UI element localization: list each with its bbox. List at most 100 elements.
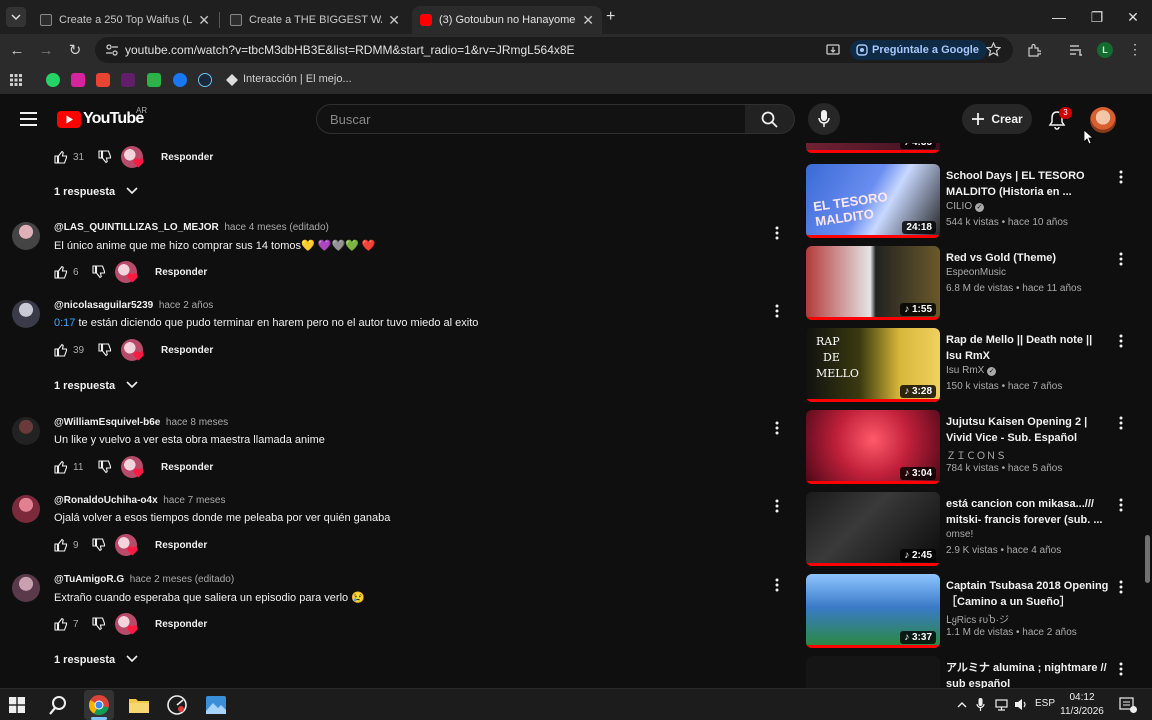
view-replies-button[interactable]: 1 respuesta [54,380,138,392]
tab-close-icon[interactable]: ✕ [388,12,400,29]
facebook-bookmark-icon[interactable] [173,73,187,87]
comment-author[interactable]: @RonaldoUchiha-o4x [54,495,158,506]
channel-name[interactable]: Isu RmX ✓ [946,365,997,376]
browser-tab-3-active[interactable]: (3) Gotoubun no Hanayome OP ✕ [412,6,602,34]
video-thumbnail[interactable]: EL TESORO MALDITO 24:18 [806,164,940,238]
comment-avatar[interactable] [12,300,40,328]
comment-avatar[interactable] [12,222,40,250]
notifications-button[interactable]: 3 [1046,107,1072,132]
view-replies-button[interactable]: 1 respuesta [54,186,138,198]
channel-name[interactable]: EspeonMusic [946,267,1006,278]
comment-more-icon[interactable] [774,304,780,318]
search-icon[interactable] [48,694,70,716]
video-more-icon[interactable] [1118,334,1124,348]
comment-more-icon[interactable] [774,421,780,435]
instagram-bookmark-icon[interactable] [71,73,85,87]
thumbs-down-icon[interactable] [98,343,112,357]
tab-close-icon[interactable]: ✕ [198,12,210,29]
thumbs-down-icon[interactable] [92,538,106,552]
forward-button[interactable]: → [35,39,57,61]
whatsapp-bookmark-icon[interactable] [46,73,60,87]
volume-icon[interactable] [1014,698,1028,711]
video-more-icon[interactable] [1118,580,1124,594]
browser-tab-2[interactable]: Create a THE BIGGEST WAIFU L ✕ [222,6,408,34]
thumbs-down-icon[interactable] [92,265,106,279]
voice-search-button[interactable] [808,103,840,135]
video-thumbnail[interactable]: ♪ 3:37 [806,574,940,648]
extensions-icon[interactable] [1027,43,1041,57]
thumbs-down-icon[interactable] [92,617,106,631]
thumbs-up-icon[interactable] [54,538,68,552]
close-window-button[interactable]: ✕ [1114,0,1152,34]
thumbs-up-icon[interactable] [54,460,68,474]
comment-time[interactable]: hace 2 meses (editado) [130,574,235,585]
install-app-icon[interactable] [826,43,840,57]
create-button[interactable]: Crear [962,104,1032,134]
network-icon[interactable] [995,698,1008,711]
photos-app-icon[interactable] [205,694,227,716]
search-button[interactable] [745,104,795,134]
reload-button[interactable]: ↻ [64,39,86,61]
thumbs-down-icon[interactable] [98,150,112,164]
video-title[interactable]: School Days | EL TESORO MALDITO (Histori… [946,168,1111,200]
thumbs-up-icon[interactable] [54,617,68,631]
comment-time[interactable]: hace 2 años [159,300,214,311]
tray-overflow-chevron-icon[interactable] [957,701,967,708]
youtube-logo[interactable]: YouTube AR [57,106,147,130]
comment-avatar[interactable] [12,574,40,602]
search-input[interactable]: Buscar [316,104,746,134]
page-scrollbar-thumb[interactable] [1145,535,1150,583]
thumbs-up-icon[interactable] [54,150,68,164]
comment-avatar[interactable] [12,495,40,523]
video-thumbnail[interactable]: ♪ 3:04 [806,410,940,484]
video-title[interactable]: アルミナ alumina ; nightmare // sub español [946,660,1111,688]
reply-button[interactable]: Responder [155,619,207,630]
view-replies-button[interactable]: 1 respuesta [54,654,138,666]
thumbs-up-icon[interactable] [54,265,68,279]
recommended-video[interactable]: EL TESORO MALDITO 24:18 School Days | EL … [806,164,1146,240]
site-settings-icon[interactable] [105,43,119,57]
recommended-video[interactable]: アルミナ alumina ; nightmare // sub español [806,656,1146,688]
ask-google-button[interactable]: Pregúntale a Google [850,40,987,60]
channel-name[interactable]: omse! [946,529,973,540]
reply-button[interactable]: Responder [161,462,213,473]
microphone-icon[interactable] [976,698,985,712]
profile-avatar[interactable]: L [1097,42,1113,58]
comment-time[interactable]: hace 4 meses (editado) [224,222,329,233]
video-thumbnail[interactable]: ♪ 1:55 [806,246,940,320]
channel-name[interactable]: CILIO ✓ [946,201,984,212]
reading-list-icon[interactable] [1069,43,1083,57]
comment-more-icon[interactable] [774,578,780,592]
thumbs-up-icon[interactable] [54,343,68,357]
video-more-icon[interactable] [1118,170,1124,184]
tab-search-button[interactable] [6,7,26,27]
back-button[interactable]: ← [6,39,28,61]
video-title[interactable]: Captain Tsubasa 2018 Opening ［Camino a u… [946,578,1111,610]
channel-name[interactable]: ᒪყRics ғυႦ·ジ [946,611,1009,626]
video-title[interactable]: está cancion con mikasa.../// mitski- fr… [946,496,1111,528]
address-bar[interactable]: youtube.com/watch?v=tbcM3dbHB3E&list=RDM… [95,37,1013,63]
restore-button[interactable]: ❐ [1078,0,1116,34]
channel-name[interactable]: ＺＩＣＯＮＳ [946,447,1006,462]
comment-author[interactable]: @LAS_QUINTILLIZAS_LO_MEJOR [54,222,219,233]
thumbs-down-icon[interactable] [98,460,112,474]
recommended-video[interactable]: ♪ 1:55 Red vs Gold (Theme) EspeonMusic 6… [806,246,1146,322]
video-thumbnail[interactable]: ♪ 2:45 [806,492,940,566]
recommended-video[interactable]: ♪ 2:45 está cancion con mikasa.../// mit… [806,492,1146,568]
page-scrollbar-track[interactable] [1142,143,1152,688]
video-thumbnail[interactable] [806,656,940,688]
bookmark-star-icon[interactable] [986,42,1001,57]
video-more-icon[interactable] [1118,498,1124,512]
windows-start-icon[interactable] [9,697,25,713]
comment-author[interactable]: @nicolasaguilar5239 [54,300,153,311]
comment-time[interactable]: hace 7 meses [163,495,225,506]
reply-button[interactable]: Responder [155,267,207,278]
browser-tab-1[interactable]: Create a 250 Top Waifus (Labele ✕ [32,6,218,34]
taskbar-clock[interactable]: 04:12 11/3/2026 [1058,691,1106,719]
chrome-taskbar-button[interactable] [84,690,114,720]
input-language[interactable]: ESP [1035,698,1055,709]
comment-time[interactable]: hace 8 meses [166,417,228,428]
comment-author[interactable]: @TuAmigoR.G [54,574,124,585]
reply-button[interactable]: Responder [155,540,207,551]
recommended-video[interactable]: ♪ 3:04 Jujutsu Kaisen Opening 2 | Vivid … [806,410,1146,486]
